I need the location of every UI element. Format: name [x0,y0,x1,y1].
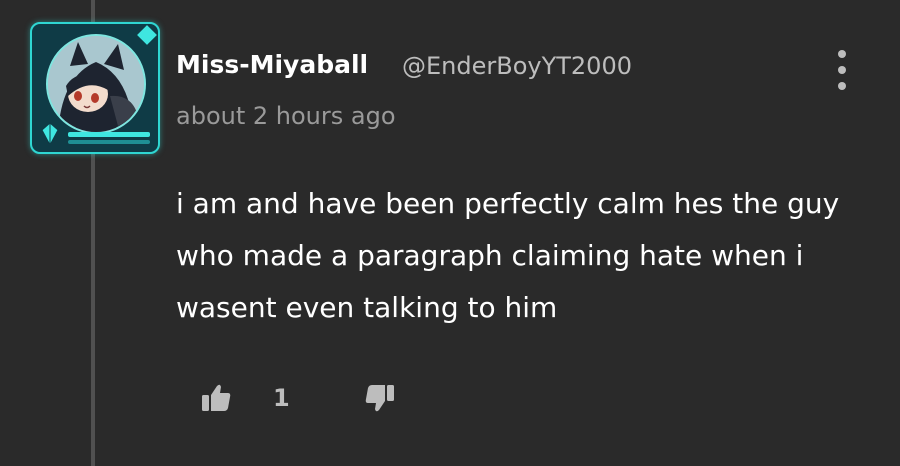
username[interactable]: Miss-Miyaball [176,50,368,79]
user-handle[interactable]: @EnderBoyYT2000 [402,52,632,80]
frame-corner-gem [137,25,157,45]
more-options-button[interactable] [832,50,852,90]
comment-timestamp: about 2 hours ago [176,102,396,130]
shield-gem-icon [40,122,60,147]
thumbs-down-icon [365,385,394,412]
frame-bar-bottom [68,140,150,144]
more-vertical-icon [838,50,846,58]
dislike-button[interactable] [362,382,396,414]
frame-bar-top [68,132,150,137]
like-button[interactable] [200,382,234,414]
thumbs-up-icon [202,384,231,411]
like-count: 1 [273,384,290,412]
avatar[interactable] [30,22,160,154]
comment-body: i am and have been perfectly calm hes th… [176,187,840,324]
avatar-image [46,34,146,134]
